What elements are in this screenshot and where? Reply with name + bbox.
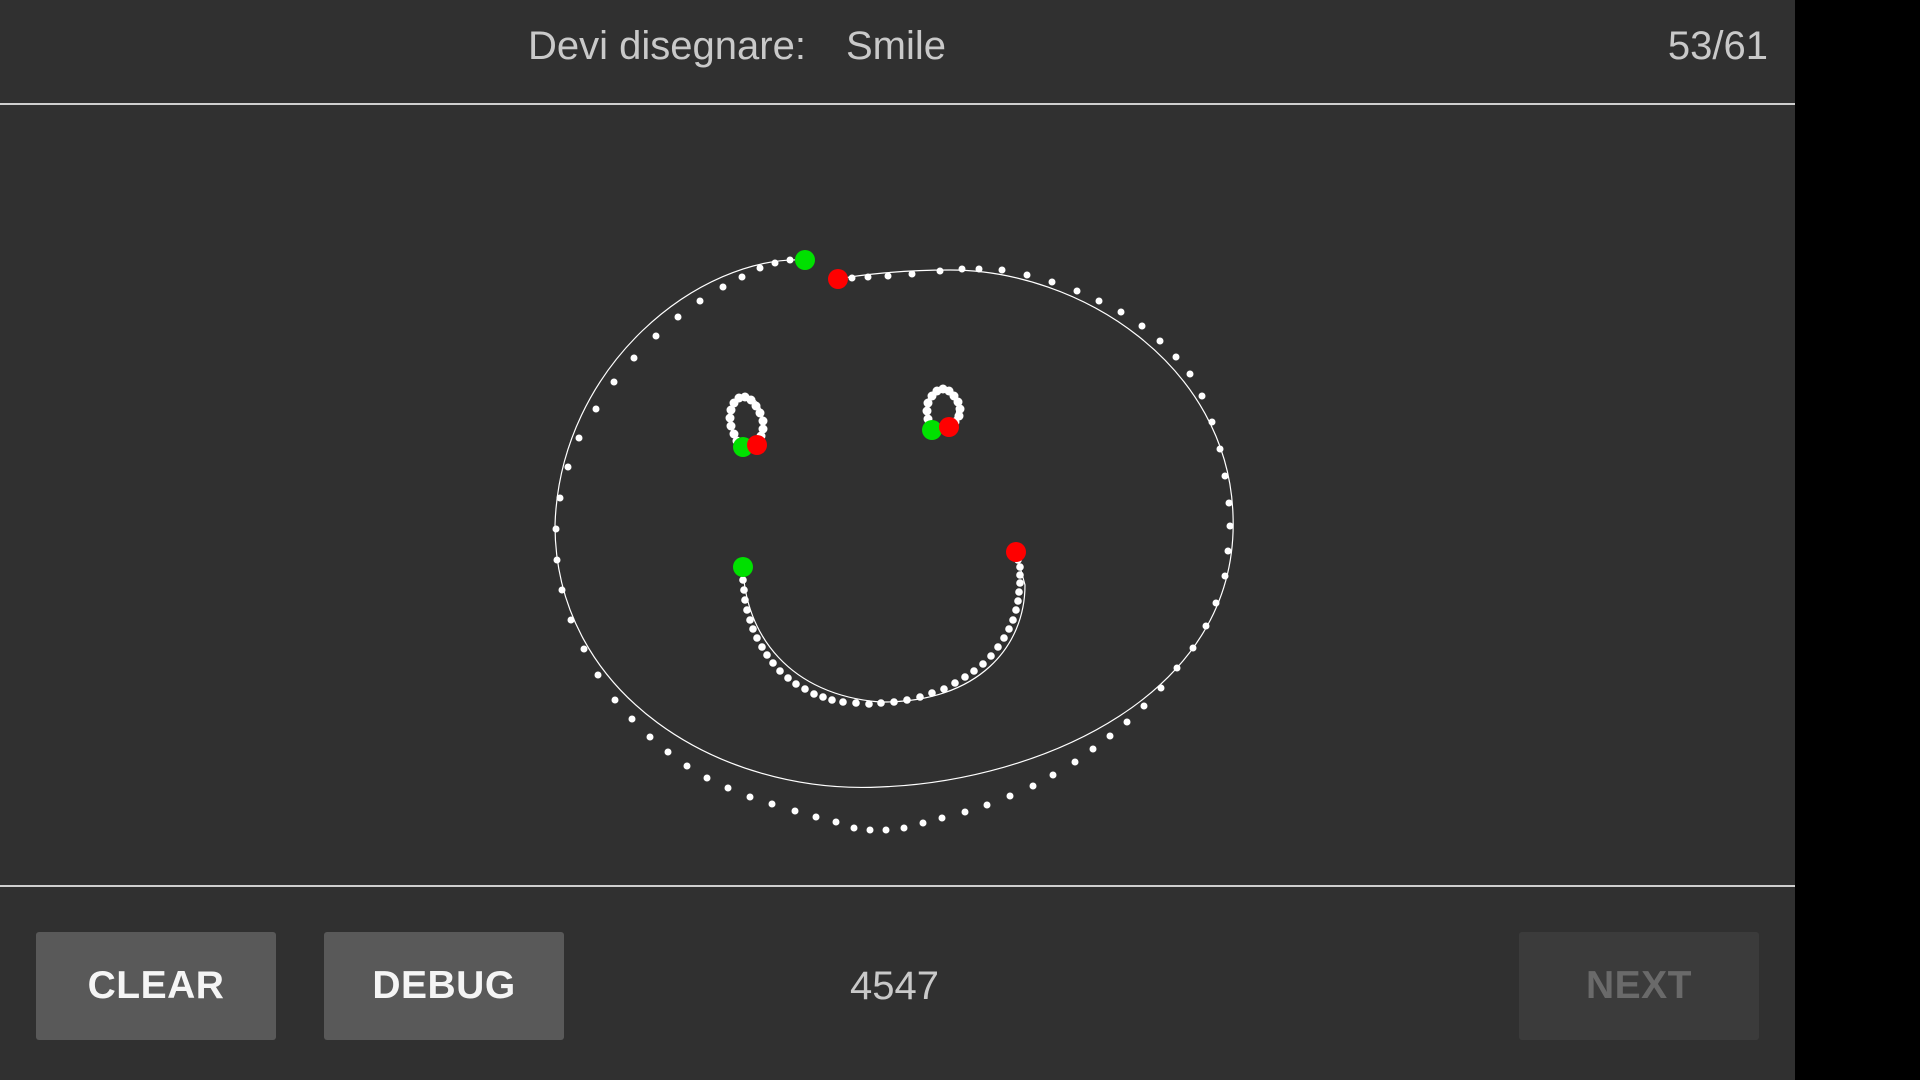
face-end-marker [828, 269, 848, 289]
right-eye-end-marker [939, 417, 959, 437]
header-bar: Devi disegnare: Smile 53/61 [0, 0, 1795, 105]
progress-counter: 53/61 [1667, 24, 1768, 68]
face-outline-points [552, 256, 1234, 834]
clear-button[interactable]: CLEAR [36, 932, 276, 1040]
mouth-end-marker [1006, 542, 1026, 562]
mouth-points [739, 556, 1024, 708]
drawing-svg [552, 250, 1234, 834]
prompt-word: Smile [846, 24, 947, 68]
next-button[interactable]: NEXT [1519, 932, 1759, 1040]
prompt-label: Devi disegnare: [528, 24, 806, 68]
score-value: 4547 [850, 964, 939, 1008]
drawing-app: Devi disegnare: Smile 53/61 CLEAR DEBUG … [0, 0, 1795, 1080]
footer-bar: CLEAR DEBUG 4547 NEXT [0, 885, 1795, 1080]
right-eye-start-marker [922, 420, 942, 440]
drawing-canvas[interactable] [0, 105, 1795, 887]
debug-button[interactable]: DEBUG [324, 932, 564, 1040]
face-start-marker [795, 250, 815, 270]
left-eye-end-marker [747, 435, 767, 455]
mouth-start-marker [733, 557, 753, 577]
stroke-markers [733, 250, 1026, 577]
